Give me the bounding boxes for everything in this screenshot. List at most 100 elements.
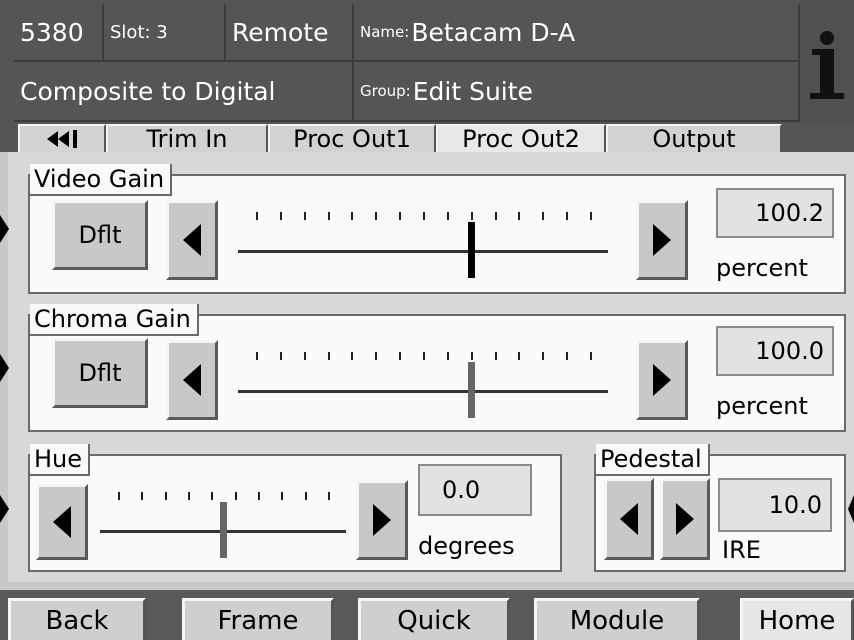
tab-proc-out1[interactable]: Proc Out1 [268,124,436,153]
video-gain-title: Video Gain [30,164,173,196]
slider-tick [518,352,521,360]
slider-tick [279,212,282,220]
slider-tick [256,212,258,220]
video-gain-unit: percent [716,254,808,282]
slider-tick [164,492,167,500]
slider-track [238,250,608,253]
slider-tick [327,212,330,220]
slider-thumb[interactable] [468,362,475,418]
slider-tick [303,212,306,220]
slider-tick [211,492,214,500]
slider-tick [494,352,497,360]
module-button[interactable]: Module [534,598,700,640]
chroma-gain-title: Chroma Gain [30,304,199,336]
pedestal-unit: IRE [722,536,761,564]
edge-marker [0,215,9,243]
slider-tick [590,212,592,220]
name-value: Betacam D-A [411,17,576,47]
edge-marker [0,354,9,382]
slider-tick [470,352,473,360]
pedestal-decrement-button[interactable] [604,478,654,560]
mode-label: Remote [226,4,354,62]
slider-tick [281,492,284,500]
slider-tick [542,212,545,220]
slider-tick [423,352,425,360]
slider-tick [470,212,473,220]
left-arrow-icon [183,224,201,256]
chroma-gain-increment-button[interactable] [636,340,688,420]
home-button[interactable]: Home [740,598,854,640]
slider-track [238,390,608,393]
slider-tick [494,212,497,220]
slider-tick [327,352,330,360]
slider-tick [351,352,354,360]
left-arrow-icon [53,506,71,538]
module-type: Composite to Digital [14,62,354,122]
name-caption: Name: [360,23,410,41]
edge-marker [0,495,9,523]
left-arrow-icon [183,364,201,396]
frame-button[interactable]: Frame [182,598,334,640]
slider-tick [446,212,449,220]
right-arrow-icon [653,224,671,256]
slider-tick [518,212,521,220]
frame-id: 5380 [14,4,104,62]
info-button[interactable] [800,0,854,124]
double-left-arrow-icon [47,131,58,147]
pedestal-increment-button[interactable] [660,478,710,560]
video-gain-slider[interactable] [238,204,608,280]
slider-tick [423,212,425,220]
hue-unit: degrees [418,532,515,560]
back-button[interactable]: Back [8,598,146,640]
chroma-gain-decrement-button[interactable] [166,340,218,420]
slider-tick [590,352,592,360]
slider-tick [256,352,258,360]
hue-title: Hue [30,444,91,476]
slider-tick [351,212,354,220]
slider-tick [234,492,237,500]
slider-tick [303,352,306,360]
slider-tick [304,492,307,500]
quick-button[interactable]: Quick [358,598,510,640]
right-arrow-icon [653,364,671,396]
slider-tick [258,492,260,500]
video-gain-default-button[interactable]: Dflt [52,200,148,270]
info-icon [820,31,834,45]
hue-increment-button[interactable] [356,480,408,560]
tab-output[interactable]: Output [606,124,782,153]
name-field: Name: Betacam D-A [354,4,800,62]
slider-tick [542,352,545,360]
video-gain-value: 100.2 [716,188,834,238]
slider-tick [446,352,449,360]
slider-tick [328,492,330,500]
tab-proc-out2[interactable]: Proc Out2 [436,124,606,153]
slider-tick [375,352,378,360]
slot-label: Slot: 3 [104,4,226,62]
pedestal-title: Pedestal [596,444,710,476]
hue-decrement-button[interactable] [36,484,88,560]
video-gain-increment-button[interactable] [636,200,688,280]
right-arrow-icon [373,504,391,536]
slider-tick [118,492,120,500]
edge-marker-right [848,495,854,523]
right-arrow-icon [676,503,694,535]
chroma-gain-slider[interactable] [238,344,608,420]
left-arrow-icon [620,503,638,535]
slider-tick [399,212,402,220]
video-gain-decrement-button[interactable] [166,200,218,280]
hue-slider[interactable] [100,484,346,560]
hue-value: 0.0 [418,464,532,516]
tab-scroll-left[interactable] [18,124,106,152]
group-field: Group: Edit Suite [354,62,800,122]
slider-tick [375,212,378,220]
group-caption: Group: [360,82,411,100]
slider-tick [399,352,402,360]
slider-tick [141,492,144,500]
slider-tick [279,352,282,360]
slider-tick [188,492,190,500]
slider-thumb[interactable] [220,502,227,558]
chroma-gain-default-button[interactable]: Dflt [52,338,148,408]
group-value: Edit Suite [412,76,533,106]
slider-thumb[interactable] [468,222,475,278]
tab-trim-in[interactable]: Trim In [106,124,268,153]
